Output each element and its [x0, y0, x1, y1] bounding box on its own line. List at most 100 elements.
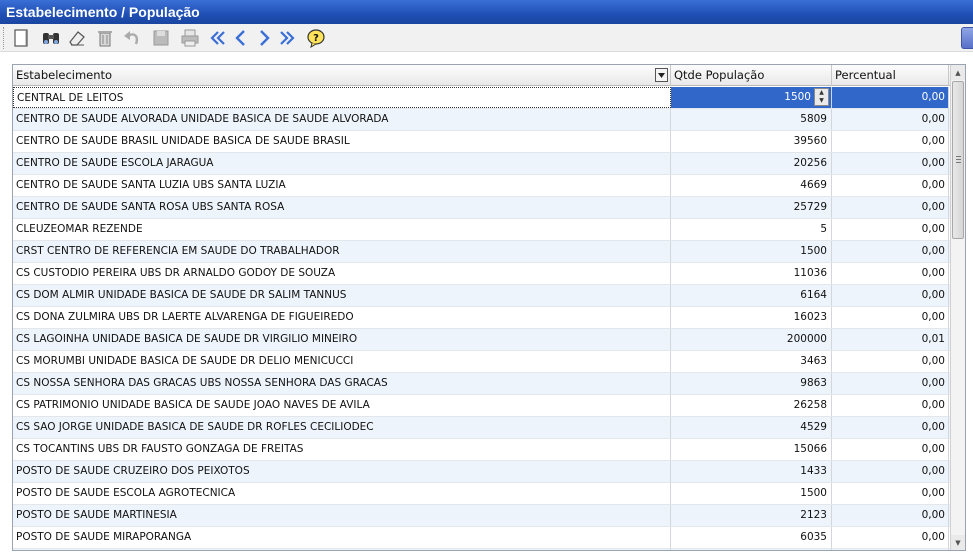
cell-qtde-populacao[interactable]: 1500 — [671, 241, 832, 262]
cell-estabelecimento[interactable]: POSTO DE SAUDE MIRAPORANGA — [13, 527, 671, 548]
cell-percentual[interactable]: 0,01 — [832, 329, 949, 350]
cell-qtde-populacao[interactable]: 16023 — [671, 307, 832, 328]
cell-qtde-populacao[interactable]: 6035 — [671, 527, 832, 548]
cell-estabelecimento[interactable]: CS LAGOINHA UNIDADE BASICA DE SAUDE DR V… — [13, 329, 671, 350]
cell-estabelecimento[interactable]: POSTO DE SAUDE MARTINESIA — [13, 505, 671, 526]
table-row[interactable]: CS TOCANTINS UBS DR FAUSTO GONZAGA DE FR… — [13, 439, 951, 461]
cell-qtde-populacao[interactable]: 1433 — [671, 461, 832, 482]
side-panel-button[interactable] — [961, 27, 973, 49]
vertical-scrollbar[interactable]: ▲ ▼ — [950, 65, 965, 550]
cell-percentual[interactable]: 0,00 — [832, 505, 949, 526]
cell-percentual[interactable]: 0,00 — [832, 87, 949, 108]
table-row[interactable]: POSTO DE SAUDE MARTINESIA 2123 0,00 — [13, 505, 951, 527]
quantity-stepper[interactable]: ▲ ▼ — [814, 88, 829, 106]
cell-qtde-populacao[interactable]: 9863 — [671, 373, 832, 394]
cell-qtde-populacao[interactable]: 1500 ▲ ▼ — [671, 87, 832, 108]
column-filter-dropdown[interactable] — [655, 68, 668, 82]
cell-percentual[interactable]: 0,00 — [832, 285, 949, 306]
table-row[interactable]: CS CUSTODIO PEREIRA UBS DR ARNALDO GODOY… — [13, 263, 951, 285]
cell-estabelecimento[interactable]: POSTO DE SAUDE ESCOLA AGROTECNICA — [13, 483, 671, 504]
cell-qtde-populacao[interactable]: 3463 — [671, 351, 832, 372]
cell-percentual[interactable]: 0,00 — [832, 527, 949, 548]
previous-record-button[interactable] — [230, 27, 252, 49]
cell-percentual[interactable]: 0,00 — [832, 241, 949, 262]
save-button[interactable] — [150, 27, 172, 49]
cell-qtde-populacao[interactable]: 2123 — [671, 505, 832, 526]
cell-percentual[interactable]: 0,00 — [832, 109, 949, 130]
cell-qtde-populacao[interactable]: 4669 — [671, 175, 832, 196]
next-record-button[interactable] — [253, 27, 275, 49]
table-row[interactable]: CENTRO DE SAUDE ESCOLA JARAGUA 20256 0,00 — [13, 153, 951, 175]
stepper-up-icon[interactable]: ▲ — [815, 89, 828, 97]
cell-percentual[interactable]: 0,00 — [832, 373, 949, 394]
column-header-estabelecimento[interactable]: Estabelecimento — [13, 65, 671, 86]
cell-estabelecimento[interactable]: CS MORUMBI UNIDADE BASICA DE SAUDE DR DE… — [13, 351, 671, 372]
cell-qtde-populacao[interactable]: 200000 — [671, 329, 832, 350]
table-row[interactable]: POSTO DE SAUDE ESCOLA AGROTECNICA 1500 0,0… — [13, 483, 951, 505]
cell-qtde-populacao[interactable]: 5 — [671, 219, 832, 240]
cell-estabelecimento[interactable]: CS PATRIMONIO UNIDADE BASICA DE SAUDE JO… — [13, 395, 671, 416]
cell-estabelecimento[interactable]: CS TOCANTINS UBS DR FAUSTO GONZAGA DE FR… — [13, 439, 671, 460]
delete-button[interactable] — [94, 27, 116, 49]
cell-qtde-populacao[interactable]: 11036 — [671, 263, 832, 284]
cell-estabelecimento[interactable] — [13, 549, 671, 550]
cell-percentual[interactable]: 0,00 — [832, 417, 949, 438]
table-row[interactable]: CENTRO DE SAUDE BRASIL UNIDADE BASICA DE… — [13, 131, 951, 153]
search-button[interactable] — [40, 27, 62, 49]
cell-qtde-populacao[interactable]: 1500 — [671, 483, 832, 504]
cell-qtde-populacao[interactable]: 39560 — [671, 131, 832, 152]
cell-estabelecimento[interactable]: CENTRAL DE LEITOS — [13, 87, 671, 108]
last-record-button[interactable] — [276, 27, 298, 49]
table-row[interactable]: CS DOM ALMIR UNIDADE BASICA DE SAUDE DR … — [13, 285, 951, 307]
cell-estabelecimento[interactable]: CENTRO DE SAUDE BRASIL UNIDADE BASICA DE… — [13, 131, 671, 152]
cell-qtde-populacao[interactable]: 26258 — [671, 395, 832, 416]
table-row[interactable]: CENTRO DE SAUDE SANTA ROSA UBS SANTA ROS… — [13, 197, 951, 219]
cell-percentual[interactable]: 0,00 — [832, 131, 949, 152]
cell-estabelecimento[interactable]: CENTRO DE SAUDE SANTA ROSA UBS SANTA ROS… — [13, 197, 671, 218]
print-button[interactable] — [179, 27, 201, 49]
table-row[interactable]: CRST CENTRO DE REFERENCIA EM SAUDE DO TR… — [13, 241, 951, 263]
cell-percentual[interactable]: 0,00 — [832, 351, 949, 372]
table-row[interactable]: CS SAO JORGE UNIDADE BASICA DE SAUDE DR … — [13, 417, 951, 439]
scroll-thumb[interactable] — [952, 81, 964, 239]
table-row[interactable]: POSTO DE SAUDE MIRAPORANGA 6035 0,00 — [13, 527, 951, 549]
cell-percentual[interactable]: 0,00 — [832, 153, 949, 174]
table-row[interactable]: CS NOSSA SENHORA DAS GRACAS UBS NOSSA SE… — [13, 373, 951, 395]
table-row[interactable]: CENTRAL DE LEITOS 1500 ▲ ▼ 0,00 — [13, 87, 951, 109]
table-row[interactable] — [13, 549, 951, 550]
cell-percentual[interactable]: 0,00 — [832, 439, 949, 460]
cell-qtde-populacao[interactable]: 25729 — [671, 197, 832, 218]
cell-estabelecimento[interactable]: CENTRO DE SAUDE ALVORADA UNIDADE BASICA … — [13, 109, 671, 130]
help-button[interactable]: ? — [305, 27, 327, 49]
undo-button[interactable] — [121, 27, 143, 49]
column-header-percentual[interactable]: Percentual — [832, 65, 949, 86]
cell-qtde-populacao[interactable] — [671, 549, 832, 550]
cell-percentual[interactable]: 0,00 — [832, 263, 949, 284]
cell-estabelecimento[interactable]: CENTRO DE SAUDE ESCOLA JARAGUA — [13, 153, 671, 174]
cell-percentual[interactable]: 0,00 — [832, 395, 949, 416]
cell-percentual[interactable]: 0,00 — [832, 307, 949, 328]
column-header-qtde-populacao[interactable]: Qtde População — [671, 65, 832, 86]
table-row[interactable]: CS MORUMBI UNIDADE BASICA DE SAUDE DR DE… — [13, 351, 951, 373]
cell-qtde-populacao[interactable]: 15066 — [671, 439, 832, 460]
cell-estabelecimento[interactable]: CS CUSTODIO PEREIRA UBS DR ARNALDO GODOY… — [13, 263, 671, 284]
scroll-up-icon[interactable]: ▲ — [951, 65, 965, 80]
scroll-down-icon[interactable]: ▼ — [951, 535, 965, 550]
cell-estabelecimento[interactable]: CS DOM ALMIR UNIDADE BASICA DE SAUDE DR … — [13, 285, 671, 306]
cell-qtde-populacao[interactable]: 6164 — [671, 285, 832, 306]
cell-percentual[interactable]: 0,00 — [832, 461, 949, 482]
clear-button[interactable] — [66, 27, 88, 49]
table-row[interactable]: CS DONA ZULMIRA UBS DR LAERTE ALVARENGA … — [13, 307, 951, 329]
cell-estabelecimento[interactable]: CLEUZEOMAR REZENDE — [13, 219, 671, 240]
table-row[interactable]: CS LAGOINHA UNIDADE BASICA DE SAUDE DR V… — [13, 329, 951, 351]
cell-estabelecimento[interactable]: POSTO DE SAUDE CRUZEIRO DOS PEIXOTOS — [13, 461, 671, 482]
table-row[interactable]: CENTRO DE SAUDE ALVORADA UNIDADE BASICA … — [13, 109, 951, 131]
cell-percentual[interactable] — [832, 549, 949, 550]
cell-percentual[interactable]: 0,00 — [832, 483, 949, 504]
cell-estabelecimento[interactable]: CRST CENTRO DE REFERENCIA EM SAUDE DO TR… — [13, 241, 671, 262]
cell-estabelecimento[interactable]: CS DONA ZULMIRA UBS DR LAERTE ALVARENGA … — [13, 307, 671, 328]
first-record-button[interactable] — [207, 27, 229, 49]
cell-estabelecimento[interactable]: CS NOSSA SENHORA DAS GRACAS UBS NOSSA SE… — [13, 373, 671, 394]
new-button[interactable] — [10, 27, 32, 49]
table-row[interactable]: CENTRO DE SAUDE SANTA LUZIA UBS SANTA LU… — [13, 175, 951, 197]
